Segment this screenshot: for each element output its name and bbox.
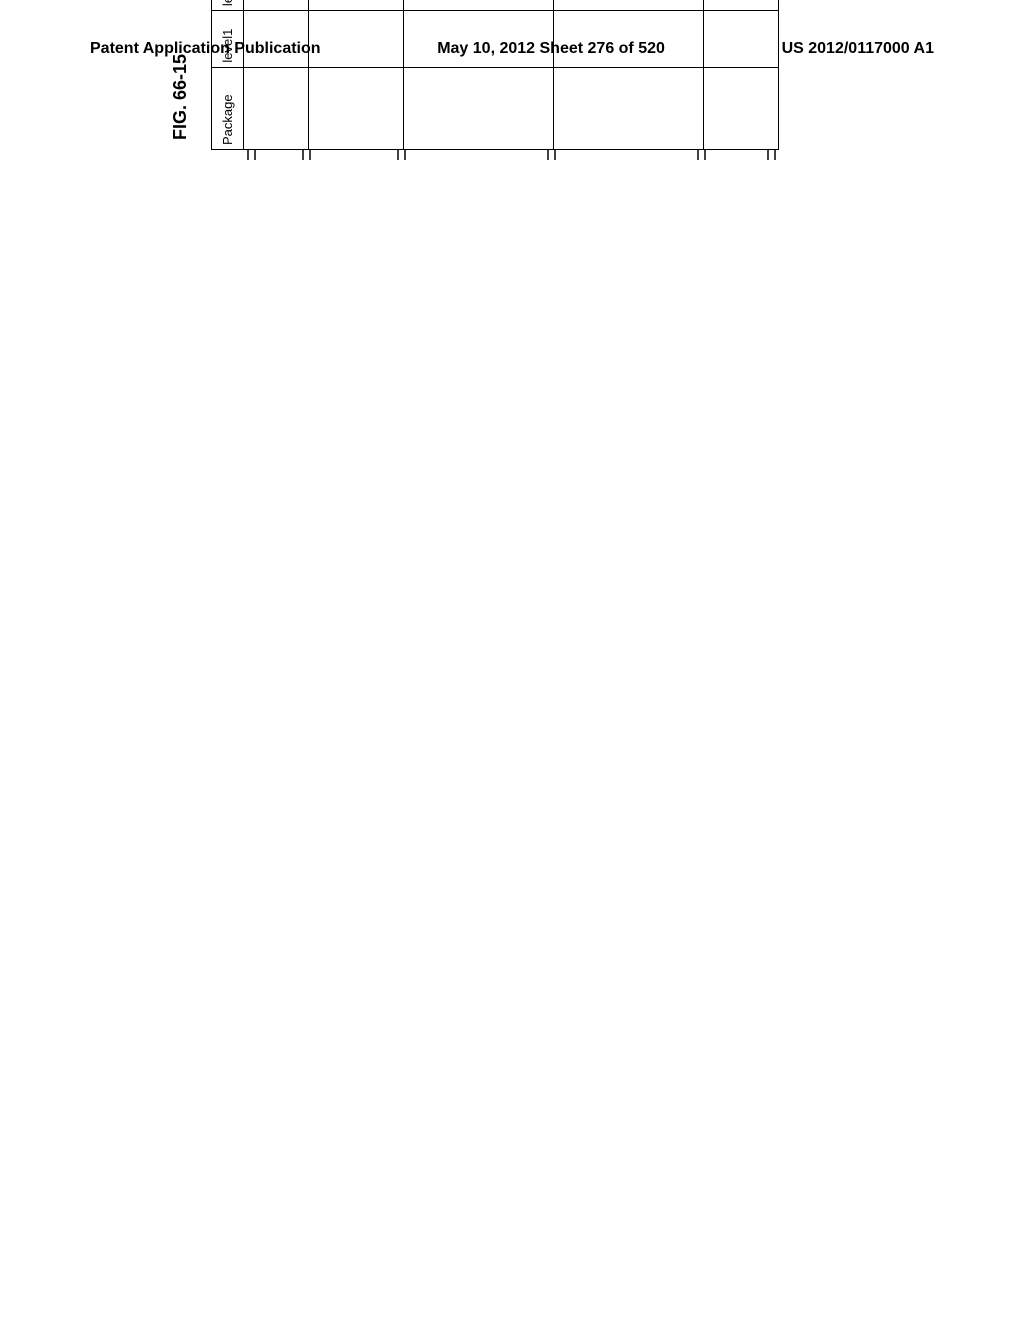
table-header-row: Package level1 level2 level3 level4 leve… xyxy=(212,0,244,150)
col-header-level2: level2 xyxy=(212,0,244,11)
cell xyxy=(554,11,704,67)
cell xyxy=(554,67,704,149)
cell xyxy=(244,11,309,67)
figure-container: FIG. 66-15 Package level1 level2 level3 … xyxy=(170,0,779,150)
figure-title: FIG. 66-15 xyxy=(170,0,191,140)
cell xyxy=(704,67,779,149)
data-table: Package level1 level2 level3 level4 leve… xyxy=(211,0,779,150)
cell xyxy=(704,11,779,67)
col-header-level1: level1 xyxy=(212,11,244,67)
table-row: BankCon-tractFinan-cialCondi-tionSpecifi… xyxy=(404,0,554,150)
cell xyxy=(404,67,554,149)
cell xyxy=(244,0,309,11)
cell xyxy=(404,0,554,11)
cell xyxy=(404,11,554,67)
table-row: PaymentCondi-tion 66224 xyxy=(309,0,404,150)
table-row: Calculation 66230 xyxy=(704,0,779,150)
cell xyxy=(309,11,404,67)
cell xyxy=(554,0,704,11)
edge-connectors xyxy=(243,148,782,160)
cell xyxy=(309,0,404,11)
cell xyxy=(309,67,404,149)
table-row: Percent 66222 xyxy=(244,0,309,150)
col-header-package: Package xyxy=(212,67,244,149)
cell xyxy=(244,67,309,149)
header-right: US 2012/0117000 A1 xyxy=(782,40,934,58)
table-row: BankCon-tractFinan-cialCondi-tionUsage-C… xyxy=(554,0,704,150)
cell xyxy=(704,0,779,11)
